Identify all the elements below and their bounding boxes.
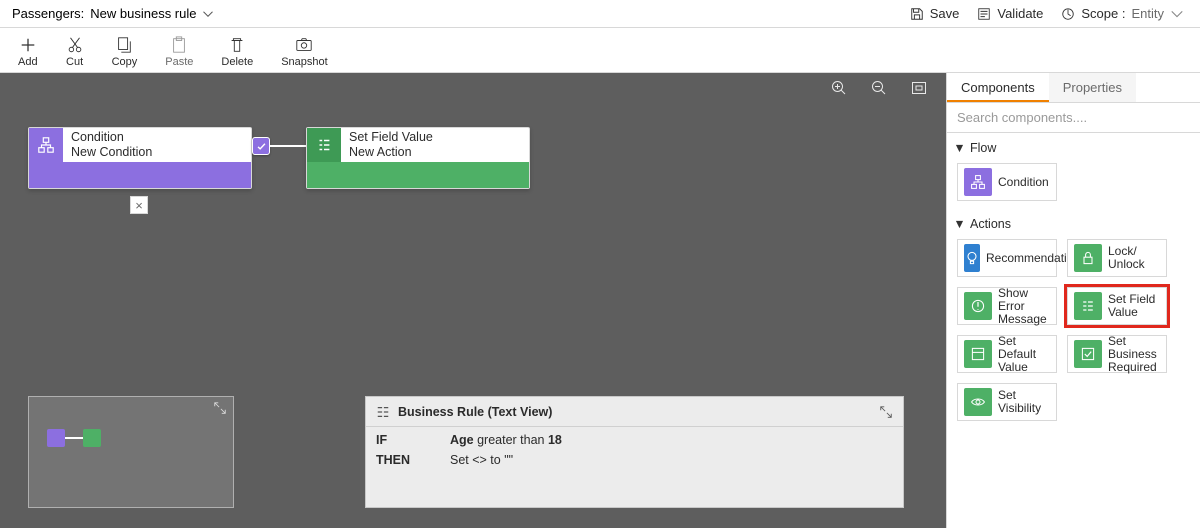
delete-node-icon[interactable]: × — [130, 196, 148, 214]
canvas[interactable]: Condition New Condition Set Field Value … — [0, 73, 946, 528]
validate-button[interactable]: Validate — [977, 6, 1043, 21]
list-icon — [307, 128, 341, 162]
if-keyword: IF — [376, 433, 410, 447]
node-band — [307, 162, 529, 188]
search-input[interactable] — [947, 103, 1200, 133]
scope-selector[interactable]: Scope : Entity — [1061, 6, 1184, 21]
copy-label: Copy — [112, 56, 138, 68]
validate-label: Validate — [997, 6, 1043, 21]
scope-label: Scope : — [1081, 6, 1125, 21]
expand-textview-icon[interactable] — [879, 405, 893, 419]
tab-components[interactable]: Components — [947, 73, 1049, 102]
snapshot-button[interactable]: Snapshot — [281, 36, 327, 68]
paste-label: Paste — [165, 56, 193, 68]
node-title: Condition — [71, 130, 152, 145]
snapshot-label: Snapshot — [281, 56, 327, 68]
check-icon — [1074, 340, 1102, 368]
title-bar: Passengers: New business rule Save Valid… — [0, 0, 1200, 28]
save-label: Save — [930, 6, 960, 21]
tile-label: Condition — [998, 176, 1056, 189]
add-label: Add — [18, 56, 38, 68]
node-band — [29, 162, 251, 188]
group-actions-label: Actions — [970, 217, 1011, 231]
tile-label: Set Visibility — [998, 389, 1056, 415]
node-title: Set Field Value — [349, 130, 433, 145]
toolbar: Add Cut Copy Paste Delete Snapshot — [0, 28, 1200, 73]
tile-condition[interactable]: Condition — [957, 163, 1057, 201]
add-button[interactable]: Add — [18, 36, 38, 68]
paste-button[interactable]: Paste — [165, 36, 193, 68]
tile-label: Lock/ Unlock — [1108, 245, 1166, 271]
copy-button[interactable]: Copy — [112, 36, 138, 68]
minimap-condition-node — [47, 429, 65, 447]
connector-line — [270, 145, 306, 147]
minimap-action-node — [83, 429, 101, 447]
save-button[interactable]: Save — [910, 6, 960, 21]
node-subtitle: New Condition — [71, 145, 152, 160]
top-actions: Save Validate Scope : Entity — [910, 6, 1184, 21]
chevron-down-icon[interactable] — [202, 8, 214, 20]
hierarchy-icon — [29, 128, 63, 162]
cut-button[interactable]: Cut — [66, 36, 84, 68]
tab-properties[interactable]: Properties — [1049, 73, 1136, 102]
cut-label: Cut — [66, 56, 83, 68]
tile-set-required[interactable]: Set Business Required — [1067, 335, 1167, 373]
entity-label: Passengers: — [12, 6, 84, 21]
eye-icon — [964, 388, 992, 416]
scope-value: Entity — [1131, 6, 1164, 21]
hierarchy-icon — [964, 168, 992, 196]
then-expression: Set <> to "" — [450, 453, 513, 467]
group-flow-header[interactable]: Flow — [947, 133, 1200, 159]
condition-node[interactable]: Condition New Condition — [28, 127, 252, 189]
delete-button[interactable]: Delete — [221, 36, 253, 68]
minimap-connector — [65, 437, 83, 439]
zoom-in-icon[interactable] — [830, 79, 848, 97]
bulb-icon — [964, 244, 980, 272]
zoom-out-icon[interactable] — [870, 79, 888, 97]
page-title[interactable]: Passengers: New business rule — [12, 6, 214, 21]
rule-text-icon — [376, 405, 390, 419]
rule-name: New business rule — [90, 6, 196, 21]
node-subtitle: New Action — [349, 145, 433, 160]
tile-show-error[interactable]: Show Error Message — [957, 287, 1057, 325]
tile-set-default[interactable]: Set Default Value — [957, 335, 1057, 373]
action-node[interactable]: Set Field Value New Action — [306, 127, 530, 189]
text-view-title: Business Rule (Text View) — [398, 405, 552, 419]
tile-set-visibility[interactable]: Set Visibility — [957, 383, 1057, 421]
minimap[interactable] — [28, 396, 234, 508]
tile-label: Set Field Value — [1108, 293, 1166, 319]
default-icon — [964, 340, 992, 368]
text-view: Business Rule (Text View) IF Age greater… — [365, 396, 904, 508]
if-expression: Age greater than 18 — [450, 433, 562, 447]
tile-label: Set Default Value — [998, 335, 1056, 374]
check-badge — [252, 137, 270, 155]
tile-label: Show Error Message — [998, 287, 1056, 326]
tile-recommendation[interactable]: Recommendation — [957, 239, 1057, 277]
tile-lock-unlock[interactable]: Lock/ Unlock — [1067, 239, 1167, 277]
side-panel: Components Properties Flow Condition Act… — [946, 73, 1200, 528]
tile-set-field-value[interactable]: Set Field Value — [1067, 287, 1167, 325]
group-flow-label: Flow — [970, 141, 996, 155]
fit-screen-icon[interactable] — [910, 79, 928, 97]
alert-icon — [964, 292, 992, 320]
list-icon — [1074, 292, 1102, 320]
delete-label: Delete — [221, 56, 253, 68]
tile-label: Set Business Required — [1108, 335, 1166, 374]
lock-icon — [1074, 244, 1102, 272]
group-actions-header[interactable]: Actions — [947, 209, 1200, 235]
expand-icon[interactable] — [213, 401, 227, 415]
then-keyword: THEN — [376, 453, 410, 467]
